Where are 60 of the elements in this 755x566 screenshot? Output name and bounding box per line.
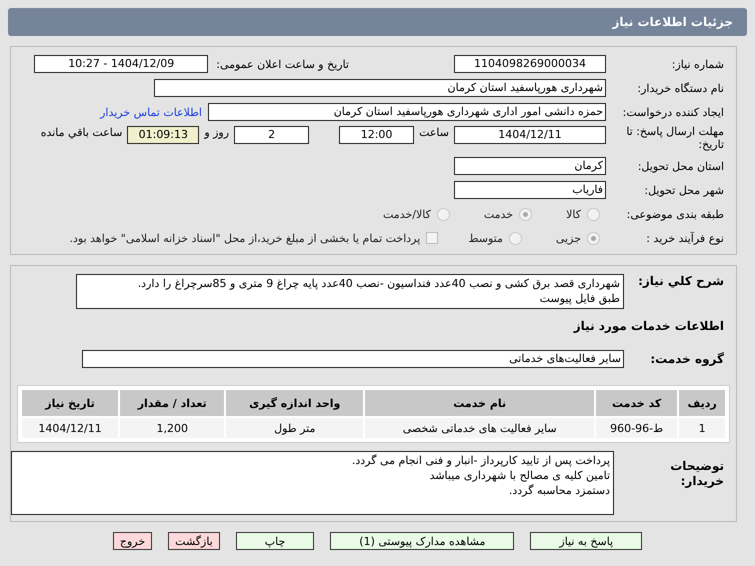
action-button[interactable]: چاپ — [236, 532, 314, 550]
buyer-contact-link[interactable]: اطلاعات تماس خریدار — [100, 106, 202, 118]
column-header: نام خدمت — [365, 390, 594, 416]
deadline-time-field: 12:00 — [339, 126, 414, 144]
field-label: گروه خدمت: — [649, 352, 725, 366]
column-header: تاریخ نیاز — [22, 390, 118, 416]
action-button[interactable]: خروج — [112, 532, 152, 550]
deadline-date-field: 1404/12/11 — [454, 126, 606, 144]
field-label: طبقه بندی موضوعی: — [626, 208, 725, 220]
field-label: مهلت ارسال پاسخ: تا تاریخ: — [625, 124, 725, 151]
field-label: تاریخ و ساعت اعلان عمومی: — [216, 58, 349, 70]
table-cell: 1404/12/11 — [22, 418, 118, 438]
radio-button[interactable] — [436, 208, 450, 220]
table-cell: 1,200 — [120, 418, 224, 438]
checkbox-label: پرداخت تمام یا بخشی از مبلغ خرید،از محل "اسناد خزانه اسلامی" خواهد بود. — [70, 232, 420, 244]
radio-button[interactable] — [587, 232, 600, 244]
option-label: کالا — [566, 208, 581, 220]
field-label: ایجاد کننده درخواست: — [622, 106, 725, 118]
requester-field: حمزه دانشی امور اداری شهرداری هورپاسفید استان کرمان — [208, 103, 606, 121]
field-label: ساعت — [419, 126, 449, 139]
column-header: ردیف — [679, 390, 725, 416]
field-label: ساعت باقي مانده — [40, 126, 122, 139]
table-cell: ط-96-960 — [596, 418, 678, 438]
need-number-field: 1104098269000034 — [454, 55, 606, 73]
option-label: متوسط — [468, 232, 503, 244]
province-field: کرمان — [454, 157, 606, 175]
announce-date-field: 1404/12/09 - 10:27 — [34, 55, 208, 73]
remaining-time-field: 01:09:13 — [127, 126, 200, 144]
action-button[interactable]: پاسخ به نیاز — [530, 532, 642, 550]
option-label: جزیی — [556, 232, 581, 244]
page-header: جزئیات اطلاعات نیاز — [8, 8, 747, 36]
table-cell: 1 — [679, 418, 725, 438]
column-header: کد خدمت — [596, 390, 678, 416]
field-label: نام دستگاه خریدار: — [636, 82, 725, 94]
buyer-field: شهرداری هورپاسفید استان کرمان — [154, 79, 606, 97]
field-label: روز و — [204, 126, 230, 139]
description-field: شهرداری قصد برق کشی و نصب 40عدد فنداسیون -نصب 40عدد پایه چراغ 9 متری و 85سرچراغ را دارد. طبق فایل پیوست — [76, 274, 624, 309]
field-label: استان محل تحویل: — [636, 160, 725, 172]
field-label: شهر محل تحویل: — [643, 184, 725, 196]
field-label: شماره نیاز: — [670, 58, 725, 70]
radio-button[interactable] — [519, 208, 532, 220]
buyer-notes-field: پرداخت پس از تایید کارپرداز -انبار و فنی انجام می گردد. تامین کلیه ی مصالح با شهرداری میباشد دستمزد محاسبه گردد. — [11, 451, 614, 515]
option-label: خدمت — [484, 208, 514, 220]
column-header: واحد اندازه گیری — [226, 390, 364, 416]
action-button[interactable]: بازگشت — [168, 532, 220, 550]
table-cell: سایر فعالیت های خدماتی شخصی — [365, 418, 594, 438]
column-header: تعداد / مقدار — [120, 390, 224, 416]
days-field: 2 — [234, 126, 310, 144]
section-title: اطلاعات خدمات مورد نیاز — [572, 319, 725, 333]
option-label: کالا/خدمت — [383, 208, 431, 220]
field-label: توضیحات خریدار: — [669, 458, 725, 489]
table-cell: متر طول — [226, 418, 364, 438]
radio-button[interactable] — [587, 208, 600, 220]
action-button[interactable]: مشاهده مدارک پیوستی (1) — [330, 532, 514, 550]
field-label: شرح کلي نياز: — [637, 274, 725, 288]
city-field: فاریاب — [454, 181, 606, 199]
checkbox[interactable] — [426, 232, 438, 244]
field-label: نوع فرآیند خرید : — [645, 232, 725, 244]
service-group-field: سایر فعالیت‌های خدماتی — [82, 350, 624, 368]
radio-button[interactable] — [508, 232, 522, 244]
